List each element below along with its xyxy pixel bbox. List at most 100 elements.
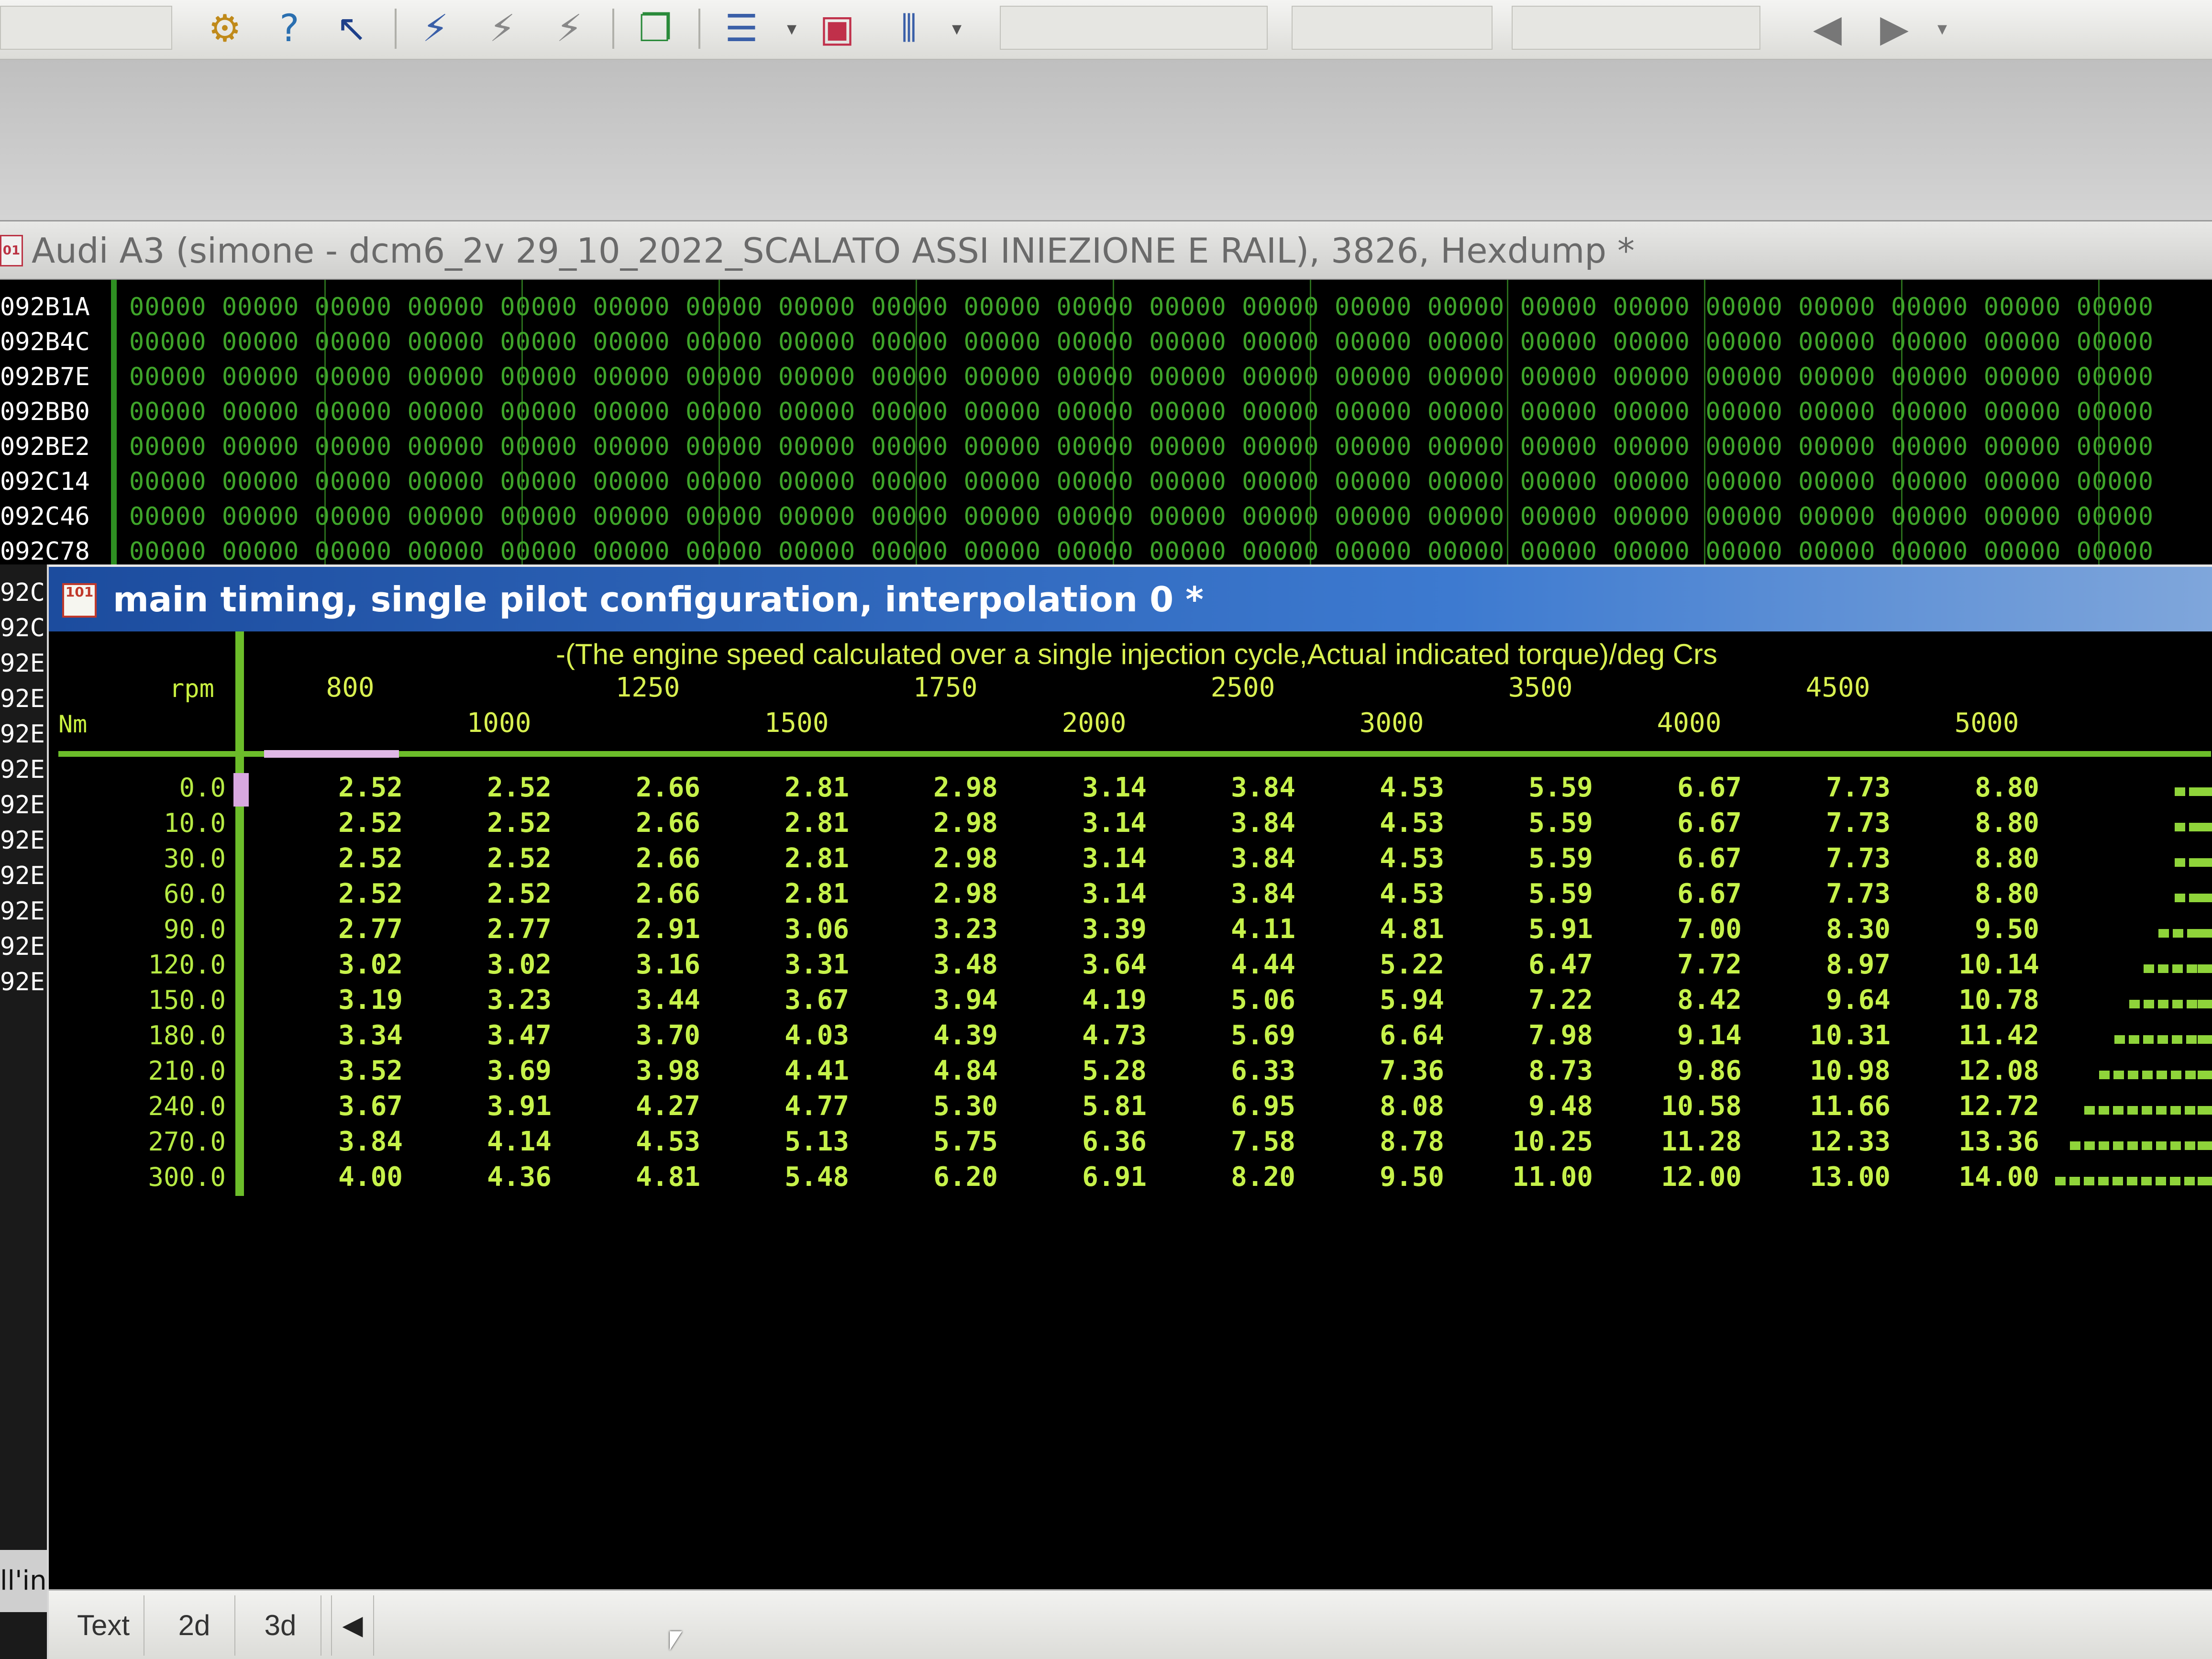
table-cell[interactable]: 2.98 (888, 876, 998, 912)
table-cell[interactable]: 2.66 (590, 770, 700, 806)
table-cell[interactable]: 2.66 (590, 806, 700, 841)
table-cell[interactable]: 7.73 (1781, 841, 1891, 876)
table-cell[interactable]: 13.36 (1929, 1124, 2039, 1160)
table-cell[interactable]: 8.78 (1334, 1124, 1444, 1160)
table-cell[interactable]: 2.52 (293, 770, 403, 806)
table-cell[interactable]: 9.50 (1929, 912, 2039, 947)
row-header[interactable]: 120.0 (82, 947, 226, 983)
table-cell[interactable]: 12.33 (1781, 1124, 1891, 1160)
table-cell[interactable]: 2.81 (739, 806, 849, 841)
table-cell[interactable]: 4.73 (1037, 1018, 1147, 1053)
table-cell[interactable]: 3.98 (590, 1053, 700, 1089)
table-cell[interactable]: 3.48 (888, 947, 998, 983)
table-cell[interactable]: 2.66 (590, 876, 700, 912)
hexdump-values[interactable]: 00000 00000 00000 00000 00000 00000 0000… (129, 324, 2154, 360)
table-cell[interactable]: 13.00 (1781, 1160, 1891, 1195)
table-cell[interactable]: 4.44 (1185, 947, 1295, 983)
table-cell[interactable]: 7.58 (1185, 1124, 1295, 1160)
row-header[interactable]: 240.0 (82, 1089, 226, 1124)
table-cell[interactable]: 7.73 (1781, 770, 1891, 806)
table-cell[interactable]: 5.13 (739, 1124, 849, 1160)
table-cell[interactable]: 5.81 (1037, 1089, 1147, 1124)
table-cell[interactable]: 3.23 (442, 983, 552, 1018)
table-cell[interactable]: 5.59 (1483, 806, 1593, 841)
table-cell[interactable]: 9.64 (1781, 983, 1891, 1018)
hexdump-values[interactable]: 00000 00000 00000 00000 00000 00000 0000… (129, 534, 2154, 564)
table-cell[interactable]: 8.73 (1483, 1053, 1593, 1089)
table-cell[interactable]: 5.48 (739, 1160, 849, 1195)
table-cell[interactable]: 5.69 (1185, 1018, 1295, 1053)
column-header[interactable]: 800 (288, 670, 412, 706)
table-cell[interactable]: 4.19 (1037, 983, 1147, 1018)
table-cell[interactable]: 3.67 (293, 1089, 403, 1124)
table-cell[interactable]: 4.41 (739, 1053, 849, 1089)
table-cell[interactable]: 3.16 (590, 947, 700, 983)
column-header[interactable]: 2500 (1181, 670, 1305, 706)
table-cell[interactable]: 10.25 (1483, 1124, 1593, 1160)
table-cell[interactable]: 9.48 (1483, 1089, 1593, 1124)
table-cell[interactable]: 8.20 (1185, 1160, 1295, 1195)
table-cell[interactable]: 3.64 (1037, 947, 1147, 983)
table-cell[interactable]: 6.67 (1632, 770, 1742, 806)
table-cell[interactable]: 2.52 (442, 806, 552, 841)
table-cell[interactable]: 4.77 (739, 1089, 849, 1124)
hexdump-view[interactable]: 092B1A 00000 00000 00000 00000 00000 0000… (0, 280, 2212, 564)
table-cell[interactable]: 4.53 (1334, 876, 1444, 912)
column-header[interactable]: 2000 (1032, 705, 1156, 741)
hexdump-title-bar[interactable]: 01 Audi A3 (simone - dcm6_2v 29_10_2022_… (0, 220, 2212, 280)
table-cell[interactable]: 3.84 (1185, 841, 1295, 876)
chevron-down-icon[interactable]: ▾ (1918, 5, 1966, 53)
tab-2d[interactable]: 2d (154, 1595, 235, 1656)
tab-3d[interactable]: 3d (240, 1595, 321, 1656)
column-header[interactable]: 3000 (1329, 705, 1454, 741)
hexdump-values[interactable]: 00000 00000 00000 00000 00000 00000 0000… (129, 359, 2154, 395)
table-cell[interactable]: 6.33 (1185, 1053, 1295, 1089)
table-cell[interactable]: 7.73 (1781, 806, 1891, 841)
table-cell[interactable]: 3.34 (293, 1018, 403, 1053)
table-cell[interactable]: 3.84 (1185, 876, 1295, 912)
table-cell[interactable]: 2.81 (739, 841, 849, 876)
table-cell[interactable]: 4.36 (442, 1160, 552, 1195)
table-cell[interactable]: 6.91 (1037, 1160, 1147, 1195)
windows-icon[interactable]: ❐ (631, 5, 679, 53)
hexdump-values[interactable]: 00000 00000 00000 00000 00000 00000 0000… (129, 289, 2154, 325)
table-cell[interactable]: 2.77 (293, 912, 403, 947)
row-header[interactable]: 270.0 (82, 1124, 226, 1160)
table-cell[interactable]: 2.91 (590, 912, 700, 947)
table-cell[interactable]: 4.11 (1185, 912, 1295, 947)
column-header[interactable]: 1250 (586, 670, 710, 706)
tab-text[interactable]: Text (63, 1595, 144, 1656)
help-icon[interactable]: ? (265, 5, 313, 53)
table-cell[interactable]: 2.52 (293, 806, 403, 841)
table-cell[interactable]: 3.14 (1037, 841, 1147, 876)
hexdump-values[interactable]: 00000 00000 00000 00000 00000 00000 0000… (129, 464, 2154, 499)
table-cell[interactable]: 4.39 (888, 1018, 998, 1053)
table-cell[interactable]: 8.80 (1929, 876, 2039, 912)
chart-wand-icon[interactable]: ⚡ (411, 5, 459, 53)
table-cell[interactable]: 4.14 (442, 1124, 552, 1160)
table-cell[interactable]: 9.14 (1632, 1018, 1742, 1053)
numbering-icon[interactable]: ☰ (718, 5, 765, 53)
table-cell[interactable]: 6.67 (1632, 876, 1742, 912)
column-header[interactable]: 4500 (1776, 670, 1900, 706)
table-cell[interactable]: 2.52 (293, 841, 403, 876)
column-header[interactable]: 3500 (1478, 670, 1603, 706)
arrow-left-icon[interactable]: ◀ (1803, 5, 1851, 53)
table-cell[interactable]: 3.69 (442, 1053, 552, 1089)
table-cell[interactable]: 5.75 (888, 1124, 998, 1160)
table-cell[interactable]: 3.84 (293, 1124, 403, 1160)
column-header[interactable]: 1500 (734, 705, 859, 741)
table-cell[interactable]: 5.94 (1334, 983, 1444, 1018)
table-cell[interactable]: 6.47 (1483, 947, 1593, 983)
table-cell[interactable]: 5.59 (1483, 841, 1593, 876)
table-cell[interactable]: 10.14 (1929, 947, 2039, 983)
table-cell[interactable]: 5.06 (1185, 983, 1295, 1018)
table-cell[interactable]: 10.98 (1781, 1053, 1891, 1089)
table-cell[interactable]: 3.31 (739, 947, 849, 983)
table-cell[interactable]: 8.30 (1781, 912, 1891, 947)
table-cell[interactable]: 5.91 (1483, 912, 1593, 947)
table-cell[interactable]: 3.44 (590, 983, 700, 1018)
context-help-icon[interactable]: ↖ (328, 5, 376, 53)
column-header[interactable]: 5000 (1924, 705, 2049, 741)
hexdump-values[interactable]: 00000 00000 00000 00000 00000 00000 0000… (129, 394, 2154, 430)
